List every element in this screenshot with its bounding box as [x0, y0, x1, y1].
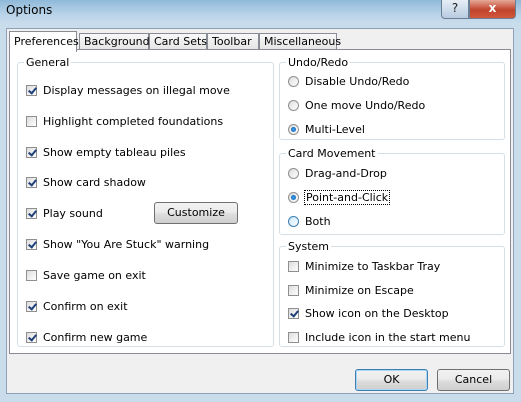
radio-circle[interactable]	[288, 124, 299, 135]
checkbox-save-on-exit[interactable]: Save game on exit	[26, 268, 146, 284]
checkbox-box[interactable]	[26, 116, 37, 127]
close-icon: x	[488, 1, 497, 15]
system-group: System Minimize to Taskbar Tray Minimize…	[279, 240, 505, 347]
radio-drag-and-drop[interactable]: Drag-and-Drop	[288, 166, 387, 182]
title-bar[interactable]: Options ? x	[0, 0, 521, 22]
radio-circle[interactable]	[288, 192, 299, 203]
general-legend: General	[26, 56, 70, 69]
checkbox-box[interactable]	[26, 239, 37, 250]
checkbox-minimize-escape[interactable]: Minimize on Escape	[288, 283, 414, 299]
checkbox-box[interactable]	[26, 147, 37, 158]
tab-toolbar[interactable]: Toolbar	[207, 33, 259, 50]
dialog-client-area: Preferences Background Card Sets Toolbar…	[6, 28, 514, 394]
cancel-button[interactable]: Cancel	[437, 369, 510, 391]
system-legend: System	[288, 240, 330, 253]
radio-both[interactable]: Both	[288, 214, 331, 230]
radio-circle[interactable]	[288, 100, 299, 111]
options-dialog: Options ? x Preferences Background Card …	[0, 0, 521, 402]
checkbox-play-sound[interactable]: Play sound	[26, 206, 103, 222]
card-movement-legend: Card Movement	[288, 147, 376, 160]
checkbox-show-card-shadow[interactable]: Show card shadow	[26, 175, 146, 191]
radio-point-and-click[interactable]: Point-and-Click	[288, 190, 391, 206]
checkbox-highlight-foundations[interactable]: Highlight completed foundations	[26, 114, 223, 130]
radio-disable-undo[interactable]: Disable Undo/Redo	[288, 74, 409, 90]
checkbox-show-empty-piles[interactable]: Show empty tableau piles	[26, 145, 186, 161]
preferences-panel: General Display messages on illegal move…	[9, 49, 511, 354]
checkbox-confirm-exit[interactable]: Confirm on exit	[26, 299, 128, 315]
checkbox-box[interactable]	[288, 332, 299, 343]
help-icon: ?	[451, 1, 459, 15]
customize-button[interactable]: Customize	[154, 202, 238, 224]
checkbox-display-messages[interactable]: Display messages on illegal move	[26, 83, 230, 99]
checkbox-confirm-new-game[interactable]: Confirm new game	[26, 330, 147, 346]
checkbox-box[interactable]	[288, 308, 299, 319]
checkbox-box[interactable]	[26, 301, 37, 312]
checkbox-box[interactable]	[26, 270, 37, 281]
radio-circle[interactable]	[288, 76, 299, 87]
tab-miscellaneous[interactable]: Miscellaneous	[259, 33, 341, 50]
checkbox-box[interactable]	[26, 332, 37, 343]
radio-circle[interactable]	[288, 216, 299, 227]
checkbox-stuck-warning[interactable]: Show "You Are Stuck" warning	[26, 237, 209, 253]
ok-button[interactable]: OK	[355, 369, 428, 391]
radio-one-move-undo[interactable]: One move Undo/Redo	[288, 98, 425, 114]
radio-circle[interactable]	[288, 168, 299, 179]
checkbox-box[interactable]	[26, 85, 37, 96]
help-button[interactable]: ?	[441, 0, 469, 19]
checkbox-box[interactable]	[288, 285, 299, 296]
window-title: Options	[6, 3, 53, 17]
general-group: General Display messages on illegal move…	[17, 56, 274, 347]
close-button[interactable]: x	[469, 0, 516, 19]
undo-redo-legend: Undo/Redo	[288, 56, 349, 69]
checkbox-box[interactable]	[26, 177, 37, 188]
radio-multi-level[interactable]: Multi-Level	[288, 122, 365, 138]
checkbox-box[interactable]	[26, 208, 37, 219]
tab-card-sets[interactable]: Card Sets	[149, 33, 207, 50]
checkbox-box[interactable]	[288, 261, 299, 272]
checkbox-minimize-tray[interactable]: Minimize to Taskbar Tray	[288, 259, 440, 275]
checkbox-start-menu-icon[interactable]: Include icon in the start menu	[288, 330, 470, 346]
checkbox-desktop-icon[interactable]: Show icon on the Desktop	[288, 306, 449, 322]
card-movement-group: Card Movement Drag-and-Drop Point-and-Cl…	[279, 147, 505, 235]
undo-redo-group: Undo/Redo Disable Undo/Redo One move Und…	[279, 56, 505, 140]
tab-preferences[interactable]: Preferences	[9, 31, 79, 52]
tab-background[interactable]: Background	[79, 33, 150, 50]
